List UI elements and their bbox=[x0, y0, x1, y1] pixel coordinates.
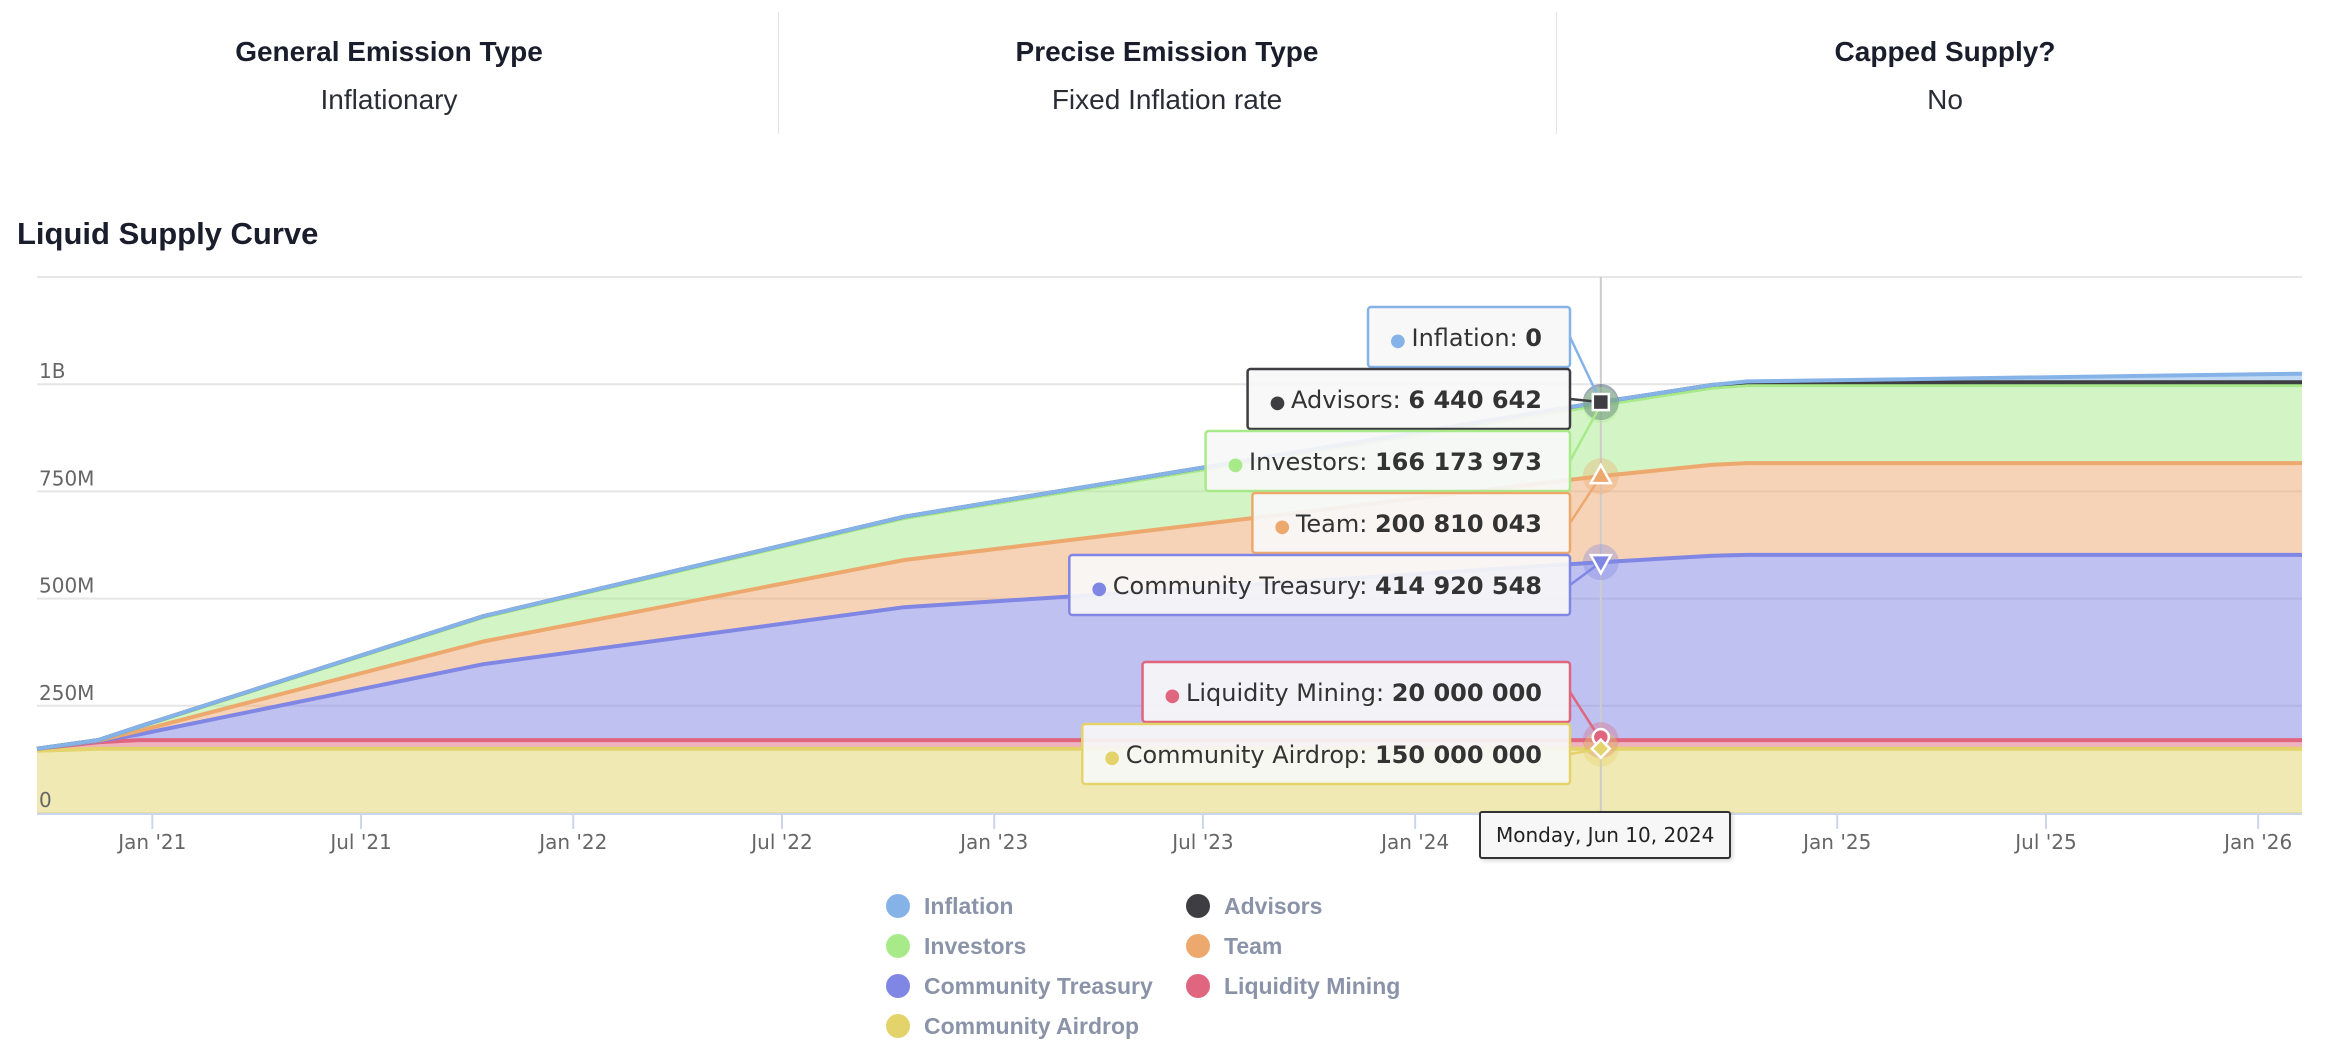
tooltip-text: ● Community Airdrop: 150 000 000 bbox=[1104, 741, 1542, 769]
tooltip-community-treasury: ● Community Treasury: 414 920 548 bbox=[1068, 553, 1572, 617]
tooltip-value: 414 920 548 bbox=[1375, 572, 1542, 600]
x-tick-label: Jan '24 bbox=[1379, 830, 1449, 854]
stat-precise-emission-type: Precise Emission Type Fixed Inflation ra… bbox=[778, 12, 1556, 134]
legend-label: Team bbox=[1224, 932, 1283, 959]
legend-item-community-treasury[interactable]: Community Treasury bbox=[886, 972, 1186, 1000]
tooltip-value: 20 000 000 bbox=[1392, 679, 1542, 707]
legend-item-team[interactable]: Team bbox=[1186, 932, 1446, 960]
x-tick-label: Jan '25 bbox=[1801, 830, 1871, 854]
legend-dot-icon bbox=[1186, 934, 1210, 958]
legend-label: Liquidity Mining bbox=[1224, 972, 1401, 999]
y-tick-label: 1B bbox=[39, 359, 65, 383]
tooltip-text: ● Liquidity Mining: 20 000 000 bbox=[1165, 679, 1542, 707]
x-tick-label: Jul '25 bbox=[2013, 830, 2076, 854]
tooltip-value: 166 173 973 bbox=[1375, 448, 1542, 476]
tooltip-series-name: Team: bbox=[1295, 510, 1375, 538]
legend-dot-icon bbox=[886, 934, 910, 958]
tooltip-text: ● Community Treasury: 414 920 548 bbox=[1091, 572, 1542, 600]
tooltip-team: ● Team: 200 810 043 bbox=[1251, 491, 1572, 555]
tooltip-liquidity-mining: ● Liquidity Mining: 20 000 000 bbox=[1141, 660, 1572, 724]
tooltip-series-name: Community Airdrop: bbox=[1126, 741, 1375, 769]
x-tick-label: Jul '21 bbox=[328, 830, 391, 854]
tooltip-value: 200 810 043 bbox=[1375, 510, 1542, 538]
legend-dot-icon bbox=[886, 1014, 910, 1038]
x-tick-label: Jan '22 bbox=[537, 830, 607, 854]
stat-label: Precise Emission Type bbox=[1015, 36, 1319, 67]
tooltip-series-name: Advisors: bbox=[1291, 386, 1408, 414]
x-tick-label: Jan '21 bbox=[116, 830, 186, 854]
stat-value: Fixed Inflation rate bbox=[1051, 84, 1283, 115]
tooltip-connector bbox=[1568, 336, 1602, 403]
legend-label: Community Airdrop bbox=[924, 1012, 1140, 1039]
y-tick-label: 500M bbox=[39, 574, 94, 598]
liquid-supply-chart[interactable]: Jan '21 Jul '21 Jan '22 Jul '22 Jan '23 Jul '… bbox=[0, 260, 2334, 900]
tooltip-series-name: Community Treasury: bbox=[1113, 572, 1375, 600]
stat-capped-supply: Capped Supply? No bbox=[1556, 12, 2334, 134]
tooltip-bullet: ● bbox=[1165, 685, 1186, 706]
legend-item-inflation[interactable]: Inflation bbox=[886, 892, 1186, 920]
legend-item-advisors[interactable]: Advisors bbox=[1186, 892, 1446, 920]
tooltip-advisors: ● Advisors: 6 440 642 bbox=[1246, 367, 1572, 431]
legend-dot-icon bbox=[1186, 974, 1210, 998]
tooltip-bullet: ● bbox=[1270, 392, 1291, 413]
tooltip-text: ● Investors: 166 173 973 bbox=[1228, 448, 1542, 476]
y-tick-label: 750M bbox=[39, 466, 94, 490]
tooltip-inflation: ● Inflation: 0 bbox=[1366, 305, 1572, 369]
stat-value: Inflationary bbox=[320, 84, 458, 115]
tooltip-bullet: ● bbox=[1274, 516, 1295, 537]
legend-label: Advisors bbox=[1224, 892, 1323, 919]
tooltip-text: ● Inflation: 0 bbox=[1390, 324, 1542, 352]
tooltip-series-name: Investors: bbox=[1249, 448, 1375, 476]
chart-legend: Inflation Advisors Investors Team Community … bbox=[886, 892, 1446, 1040]
y-tick-label: 0 bbox=[39, 788, 52, 812]
tooltip-value: 6 440 642 bbox=[1408, 386, 1542, 414]
tooltip-value: 0 bbox=[1525, 324, 1542, 352]
tooltip-value: 150 000 000 bbox=[1375, 741, 1542, 769]
stat-general-emission-type: General Emission Type Inflationary bbox=[0, 12, 778, 134]
tooltip-text: ● Team: 200 810 043 bbox=[1274, 510, 1542, 538]
tooltip-series-name: Inflation: bbox=[1411, 324, 1525, 352]
tooltip-series-name: Liquidity Mining: bbox=[1186, 679, 1392, 707]
tooltip-bullet: ● bbox=[1390, 330, 1411, 351]
marker-square-icon bbox=[1591, 392, 1611, 412]
legend-label: Community Treasury bbox=[924, 972, 1153, 999]
stat-label: General Emission Type bbox=[235, 36, 543, 67]
legend-label: Investors bbox=[924, 932, 1027, 959]
legend-dot-icon bbox=[1186, 894, 1210, 918]
x-tick-label: Jul '23 bbox=[1170, 830, 1233, 854]
section-title: Liquid Supply Curve bbox=[17, 216, 319, 251]
tooltip-text: ● Advisors: 6 440 642 bbox=[1270, 386, 1542, 414]
x-tick-label: Jul '22 bbox=[749, 830, 812, 854]
x-tick-label: Jan '26 bbox=[2222, 830, 2292, 854]
legend-item-liquidity-mining[interactable]: Liquidity Mining bbox=[1186, 972, 1446, 1000]
tooltip-bullet: ● bbox=[1104, 747, 1125, 768]
legend-item-community-airdrop[interactable]: Community Airdrop bbox=[886, 1012, 1186, 1040]
x-tick-label: Jan '23 bbox=[958, 830, 1028, 854]
emission-stats: General Emission Type Inflationary Preci… bbox=[0, 12, 2334, 134]
legend-dot-icon bbox=[886, 894, 910, 918]
tooltip-investors: ● Investors: 166 173 973 bbox=[1204, 429, 1572, 493]
tooltip-bullet: ● bbox=[1091, 578, 1112, 599]
hover-date-tooltip: Monday, Jun 10, 2024 bbox=[1479, 811, 1732, 859]
legend-dot-icon bbox=[886, 974, 910, 998]
y-tick-label: 250M bbox=[39, 681, 94, 705]
legend-item-investors[interactable]: Investors bbox=[886, 932, 1186, 960]
legend-label: Inflation bbox=[924, 892, 1014, 919]
stat-label: Capped Supply? bbox=[1834, 36, 2056, 67]
tooltip-community-airdrop: ● Community Airdrop: 150 000 000 bbox=[1081, 722, 1572, 786]
tooltip-bullet: ● bbox=[1228, 454, 1249, 475]
stat-value: No bbox=[1927, 84, 1963, 115]
x-axis: Jan '21 Jul '21 Jan '22 Jul '22 Jan '23 Jul '… bbox=[37, 813, 2302, 854]
